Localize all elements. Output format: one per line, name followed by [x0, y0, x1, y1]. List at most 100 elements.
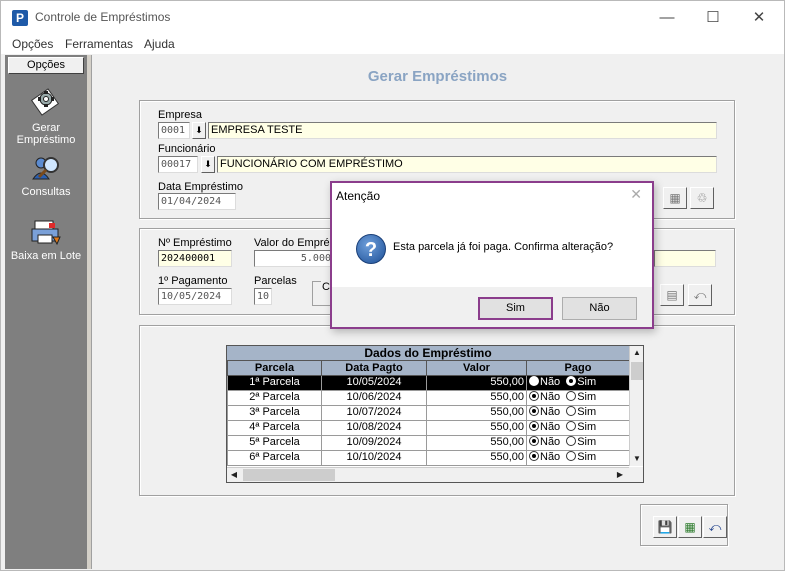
radio-label: Não [540, 376, 561, 388]
radio-sim[interactable]: Sim [566, 376, 596, 388]
printer-icon [31, 220, 61, 246]
valor-field[interactable]: 5.000 [254, 250, 334, 267]
sidebar-item-gerar-emprestimo[interactable]: Gerar Empréstimo [5, 85, 87, 146]
table-row[interactable]: 2ª Parcela 10/06/2024 550,00 Não Sim [227, 389, 630, 406]
sidebar-item-label: Gerar Empréstimo [16, 122, 76, 146]
dialog-close-icon[interactable]: ✕ [630, 186, 642, 203]
calc-button[interactable]: ▦ [663, 187, 687, 209]
table-header-row: Parcela Data Pagto Valor Pago [227, 361, 630, 376]
empresa-name-field[interactable]: EMPRESA TESTE [208, 122, 717, 139]
parcela-cell: 2ª Parcela [227, 389, 322, 406]
undo-icon: ⤺ [693, 288, 707, 302]
radio-label: Não [540, 406, 561, 418]
scroll-down-icon[interactable]: ▼ [630, 452, 643, 466]
col-valor[interactable]: Valor [426, 361, 527, 376]
dialog-footer: Sim Não [332, 287, 652, 327]
radio-nao[interactable]: Não [529, 451, 560, 463]
menu-ajuda[interactable]: Ajuda [144, 37, 175, 51]
menu-opcoes[interactable]: Opções [12, 37, 53, 51]
radio-label: Não [540, 436, 561, 448]
question-icon: ? [356, 234, 386, 264]
scroll-right-icon[interactable]: ▶ [613, 468, 627, 482]
parcela-cell: 3ª Parcela [227, 404, 322, 421]
radio-icon[interactable] [529, 391, 539, 401]
yes-button[interactable]: Sim [478, 297, 553, 320]
radio-icon[interactable] [566, 391, 577, 401]
menu-ferramentas[interactable]: Ferramentas [65, 37, 133, 51]
col-parcela[interactable]: Parcela [227, 361, 322, 376]
maximize-button[interactable]: ☐ [690, 5, 736, 31]
parcela-cell: 5ª Parcela [227, 434, 322, 451]
grid-horizontal-scrollbar[interactable]: ◀ ▶ [227, 467, 629, 482]
minimize-button[interactable]: — [644, 5, 690, 31]
parcelas-field[interactable]: 10 [254, 288, 272, 305]
data-emprestimo-label: Data Empréstimo [158, 181, 243, 193]
radio-sim[interactable]: Sim [566, 436, 596, 448]
radio-sim[interactable]: Sim [566, 451, 596, 463]
funcionario-lookup-button[interactable]: ⬇ [201, 156, 215, 173]
empresa-lookup-button[interactable]: ⬇ [192, 122, 206, 139]
table-row[interactable]: 3ª Parcela 10/07/2024 550,00 Não Sim [227, 404, 630, 421]
radio-nao[interactable]: Não [529, 421, 560, 433]
data-pagto-cell: 10/05/2024 [321, 374, 427, 391]
title-bar: P Controle de Empréstimos — ☐ ✕ [1, 1, 784, 34]
parcelas-table: Parcela Data Pagto Valor Pago 1ª Parcela… [227, 361, 630, 466]
extra-field[interactable] [654, 250, 716, 267]
table-row[interactable]: 1ª Parcela 10/05/2024 550,00 Não Sim [227, 374, 630, 391]
radio-icon[interactable] [529, 421, 539, 431]
radio-sim[interactable]: Sim [566, 406, 596, 418]
num-emprestimo-field[interactable]: 202400001 [158, 250, 232, 267]
col-data-pagto[interactable]: Data Pagto [321, 361, 427, 376]
funcionario-name-field[interactable]: FUNCIONÁRIO COM EMPRÉSTIMO [217, 156, 717, 173]
undo-button[interactable]: ⤺ [688, 284, 712, 306]
download-arrow-icon: ⬇ [195, 125, 203, 135]
table-row[interactable]: 5ª Parcela 10/09/2024 550,00 Não Sim [227, 434, 630, 451]
clear-button[interactable]: ♲ [690, 187, 714, 209]
sidebar-item-baixa-em-lote[interactable]: Baixa em Lote [5, 217, 87, 262]
data-emprestimo-field[interactable]: 01/04/2024 [158, 193, 236, 210]
download-arrow-icon: ⬇ [204, 159, 212, 169]
radio-icon[interactable] [566, 451, 577, 461]
empresa-code-field[interactable]: 0001 [158, 122, 190, 139]
col-pago[interactable]: Pago [526, 361, 630, 376]
no-button[interactable]: Não [562, 297, 637, 320]
radio-icon[interactable] [566, 436, 577, 446]
pago-cell: Não Sim [526, 389, 630, 406]
scroll-thumb[interactable] [631, 362, 643, 380]
data-pagto-cell: 10/09/2024 [321, 434, 427, 451]
export-button[interactable]: ▦ [678, 516, 702, 538]
radio-icon[interactable] [529, 376, 539, 386]
radio-icon[interactable] [529, 451, 539, 461]
grid-vertical-scrollbar[interactable]: ▲ ▼ [629, 346, 643, 466]
close-button[interactable]: ✕ [736, 5, 782, 31]
funcionario-code-field[interactable]: 00017 [158, 156, 198, 173]
radio-nao[interactable]: Não [529, 391, 560, 403]
primeiro-pagamento-field[interactable]: 10/05/2024 [158, 288, 232, 305]
hscroll-thumb[interactable] [243, 469, 335, 481]
radio-nao[interactable]: Não [529, 406, 560, 418]
radio-icon[interactable] [566, 376, 577, 386]
radio-icon[interactable] [566, 406, 577, 416]
scroll-left-icon[interactable]: ◀ [227, 468, 241, 482]
data-pagto-cell: 10/08/2024 [321, 419, 427, 436]
table-row[interactable]: 6ª Parcela 10/10/2024 550,00 Não Sim [227, 449, 630, 466]
table-row[interactable]: 4ª Parcela 10/08/2024 550,00 Não Sim [227, 419, 630, 436]
pago-cell: Não Sim [526, 449, 630, 466]
undo-changes-button[interactable]: ⤺ [703, 516, 727, 538]
sidebar-header[interactable]: Opções [8, 57, 84, 74]
parcela-cell: 4ª Parcela [227, 419, 322, 436]
scroll-up-icon[interactable]: ▲ [630, 346, 643, 360]
radio-icon[interactable] [529, 406, 539, 416]
radio-icon[interactable] [529, 436, 539, 446]
sidebar-item-consultas[interactable]: Consultas [5, 153, 87, 198]
save-button[interactable]: 💾 [653, 516, 677, 538]
calculator-button[interactable]: ▤ [660, 284, 684, 306]
dialog-title: Atenção [336, 189, 381, 203]
radio-sim[interactable]: Sim [566, 421, 596, 433]
valor-cell: 550,00 [426, 434, 527, 451]
radio-nao[interactable]: Não [529, 436, 560, 448]
data-pagto-cell: 10/10/2024 [321, 449, 427, 466]
radio-nao[interactable]: Não [529, 376, 560, 388]
radio-sim[interactable]: Sim [566, 391, 596, 403]
radio-icon[interactable] [566, 421, 577, 431]
